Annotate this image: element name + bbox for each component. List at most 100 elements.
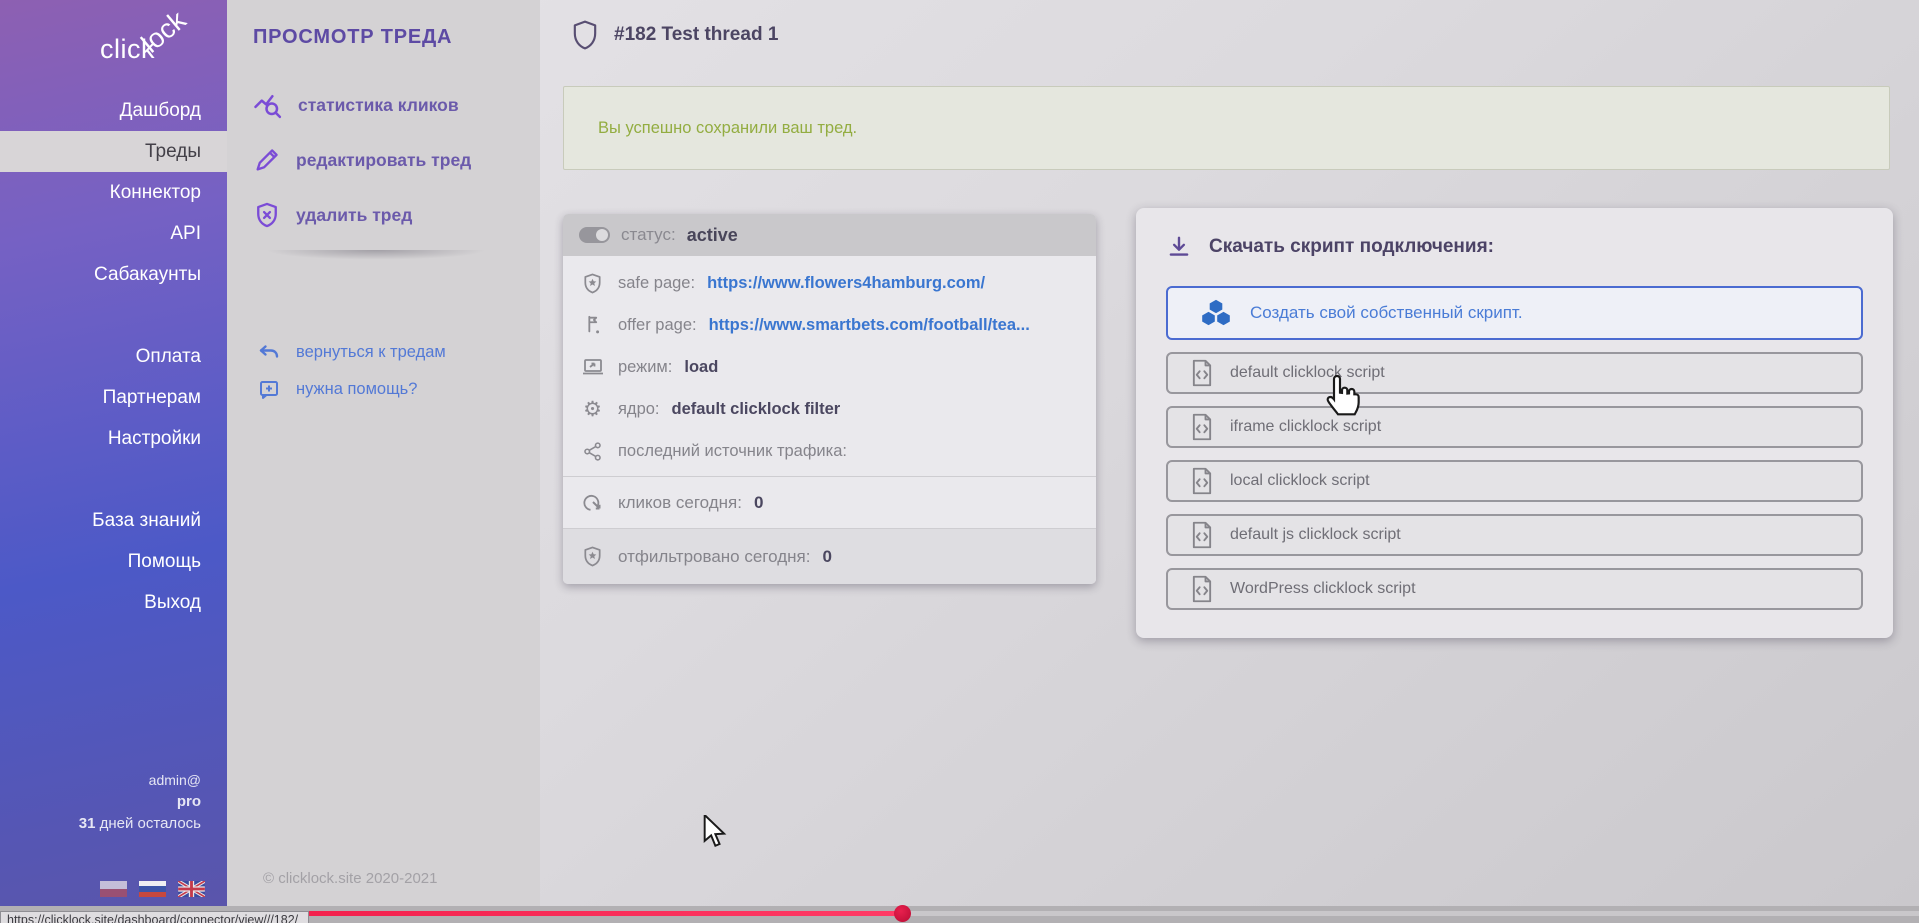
row-label: safe page: (618, 274, 695, 293)
status-card-header: статус: active (563, 214, 1096, 256)
undo-arrow-icon (257, 341, 281, 365)
flag-russia-icon[interactable] (139, 881, 166, 897)
clicklock-logo[interactable]: clicklock (100, 34, 203, 65)
account-plan: pro (79, 791, 201, 813)
script-button-default[interactable]: default clicklock script (1166, 352, 1863, 394)
cubes-icon (1200, 298, 1232, 328)
sidebar-nav: Дашборд Треды Коннектор API Сабакаунты О… (0, 90, 227, 623)
player-progress-handle[interactable] (894, 905, 911, 922)
status-card-body: safe page: https://www.flowers4hamburg.c… (563, 256, 1096, 476)
flag-poland-icon[interactable] (100, 881, 127, 897)
copyright-footer: © clicklock.site 2020-2021 (263, 870, 437, 887)
row-last-traffic-source: последний источник трафика: (563, 430, 1096, 472)
script-button-label: WordPress clicklock script (1230, 580, 1416, 598)
cursor-click-icon (579, 491, 606, 515)
menu-item-delete-thread[interactable]: удалить тред (253, 194, 526, 236)
flag-pin-icon (579, 314, 606, 336)
status-toggle-icon (579, 227, 610, 243)
pencil-icon (253, 146, 281, 174)
language-switcher (100, 881, 205, 897)
link-need-help[interactable]: нужна помощь? (257, 371, 446, 408)
download-card-title: Скачать скрипт подключения: (1209, 236, 1494, 258)
panel-title: ПРОСМОТР ТРЕДА (253, 26, 452, 49)
script-button-iframe[interactable]: iframe clicklock script (1166, 406, 1863, 448)
panel-link-label: вернуться к тредам (296, 343, 446, 362)
shield-x-icon (253, 201, 281, 229)
file-code-icon (1190, 575, 1214, 603)
thread-actions-menu: статистика кликов редактировать тред уда… (253, 84, 526, 249)
sidebar-item-api[interactable]: API (0, 213, 227, 254)
row-safe-page: safe page: https://www.flowers4hamburg.c… (563, 262, 1096, 304)
row-label: режим: (618, 358, 672, 377)
file-code-icon (1190, 467, 1214, 495)
menu-item-edit-thread[interactable]: редактировать тред (253, 139, 526, 181)
menu-item-label: редактировать тред (296, 150, 471, 171)
status-label: статус: (621, 225, 676, 245)
create-own-script-button[interactable]: Создать свой собственный скрипт. (1166, 286, 1863, 340)
sidebar-item-threads[interactable]: Треды (0, 131, 227, 172)
offer-page-link[interactable]: https://www.smartbets.com/football/tea..… (709, 316, 1030, 335)
success-alert: Вы успешно сохранили ваш тред. (563, 86, 1890, 170)
stat-label: кликов сегодня: (618, 493, 742, 513)
main-content: #182 Test thread 1 Вы успешно сохранили … (540, 0, 1919, 907)
clicks-today-value: 0 (754, 493, 763, 513)
file-code-icon (1190, 521, 1214, 549)
clicklock-dashboard: clicklock Дашборд Треды Коннектор API Са… (0, 0, 1919, 923)
row-label: ядро: (618, 400, 660, 419)
stat-label: отфильтровано сегодня: (618, 547, 810, 567)
days-left-number: 31 (79, 815, 96, 832)
shield-star-icon (579, 545, 606, 568)
page-title: #182 Test thread 1 (614, 24, 778, 46)
success-alert-text: Вы успешно сохранили ваш тред. (598, 119, 857, 138)
panel-link-label: нужна помощь? (296, 380, 417, 399)
sidebar-item-subaccounts[interactable]: Сабакаунты (0, 254, 227, 295)
shield-star-icon (579, 272, 606, 295)
sidebar-item-help[interactable]: Помощь (0, 541, 227, 582)
menu-item-click-statistics[interactable]: статистика кликов (253, 84, 526, 126)
menu-item-label: статистика кликов (298, 95, 459, 116)
filtered-today-value: 0 (822, 547, 831, 567)
account-email: admin@ (79, 769, 201, 791)
mode-value: load (684, 358, 718, 377)
sidebar-item-connector[interactable]: Коннектор (0, 172, 227, 213)
sidebar-item-dashboard[interactable]: Дашборд (0, 90, 227, 131)
chart-magnifier-icon (253, 90, 283, 120)
days-left-text: дней осталось (95, 815, 201, 832)
download-scripts-card: Скачать скрипт подключения: Создать свой… (1136, 208, 1893, 638)
sidebar: clicklock Дашборд Треды Коннектор API Са… (0, 0, 227, 907)
script-button-label: local clicklock script (1230, 472, 1370, 490)
panel-links: вернуться к тредам нужна помощь? (257, 334, 446, 408)
row-filtered-today: отфильтровано сегодня: 0 (563, 529, 1096, 584)
menu-item-label: удалить тред (296, 205, 412, 226)
sidebar-item-payment[interactable]: Оплата (0, 336, 227, 377)
thread-view-panel: ПРОСМОТР ТРЕДА статистика кликов редакти… (227, 0, 540, 907)
sidebar-item-knowledge-base[interactable]: База знаний (0, 500, 227, 541)
status-value: active (687, 225, 738, 246)
shield-icon (572, 20, 598, 50)
row-mode: режим: load (563, 346, 1096, 388)
link-back-to-threads[interactable]: вернуться к тредам (257, 334, 446, 371)
gear-icon: ⚙ (579, 399, 606, 420)
sidebar-item-settings[interactable]: Настройки (0, 418, 227, 459)
script-button-label: default js clicklock script (1230, 526, 1401, 544)
sidebar-item-partners[interactable]: Партнерам (0, 377, 227, 418)
flag-uk-icon[interactable] (178, 881, 205, 897)
menu-block-shadow (243, 250, 509, 263)
script-button-default-js[interactable]: default js clicklock script (1166, 514, 1863, 556)
file-code-icon (1190, 413, 1214, 441)
script-button-local[interactable]: local clicklock script (1166, 460, 1863, 502)
row-offer-page: offer page: https://www.smartbets.com/fo… (563, 304, 1096, 346)
core-value: default clicklock filter (672, 400, 841, 419)
script-button-wordpress[interactable]: WordPress clicklock script (1166, 568, 1863, 610)
comment-plus-icon (257, 378, 281, 402)
create-own-script-label: Создать свой собственный скрипт. (1250, 303, 1523, 323)
laptop-arrow-icon (579, 355, 606, 379)
sidebar-item-logout[interactable]: Выход (0, 582, 227, 623)
download-icon (1166, 234, 1192, 260)
row-core: ⚙ ядро: default clicklock filter (563, 388, 1096, 430)
status-bar-url: https://clicklock.site/dashboard/connect… (0, 911, 309, 923)
mouse-hand-cursor (1322, 372, 1362, 425)
file-code-icon (1190, 359, 1214, 387)
safe-page-link[interactable]: https://www.flowers4hamburg.com/ (707, 274, 985, 293)
thread-header: #182 Test thread 1 (572, 20, 778, 50)
